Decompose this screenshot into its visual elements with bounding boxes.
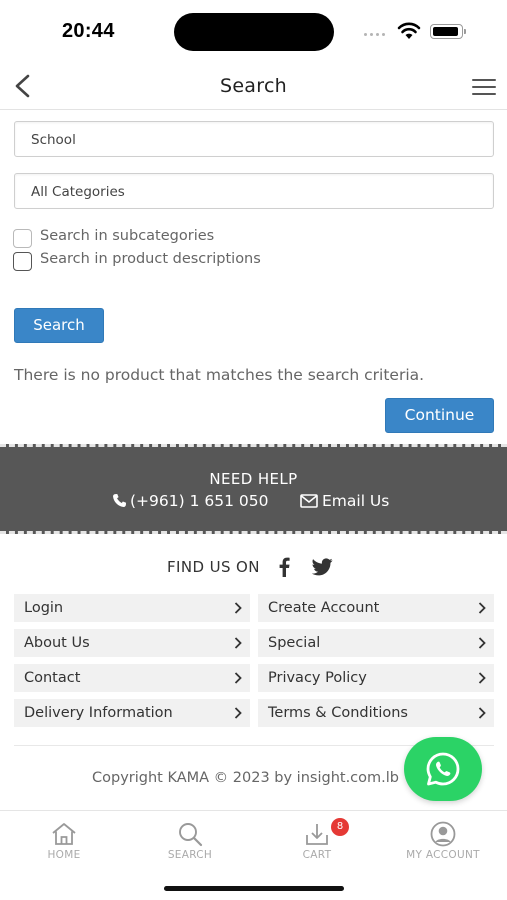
footer-link-label: About Us bbox=[24, 635, 90, 651]
twitter-icon[interactable] bbox=[312, 558, 333, 576]
find-us-label: FIND US ON bbox=[167, 558, 260, 576]
account-icon bbox=[430, 821, 456, 847]
footer-link-contact[interactable]: Contact bbox=[14, 664, 250, 692]
footer-link-label: Terms & Conditions bbox=[268, 705, 408, 721]
nav-home-label: HOME bbox=[47, 849, 81, 861]
nav-home[interactable]: HOME bbox=[9, 821, 119, 871]
facebook-icon[interactable] bbox=[278, 557, 290, 577]
footer-link-label: Special bbox=[268, 635, 321, 651]
footer-link-about-us[interactable]: About Us bbox=[14, 629, 250, 657]
email-icon bbox=[300, 494, 318, 508]
footer-link-label: Delivery Information bbox=[24, 705, 173, 721]
whatsapp-icon bbox=[426, 752, 460, 786]
whatsapp-chat-button[interactable] bbox=[404, 737, 482, 801]
status-bar: 20:44 bbox=[0, 0, 507, 62]
footer-link-terms-conditions[interactable]: Terms & Conditions bbox=[258, 699, 494, 727]
footer-link-label: Login bbox=[24, 600, 64, 616]
cart-count-badge: 8 bbox=[331, 818, 349, 836]
chevron-right-icon bbox=[234, 707, 242, 719]
nav-search-label: SEARCH bbox=[167, 849, 213, 861]
battery-icon bbox=[430, 24, 466, 39]
footer-link-label: Contact bbox=[24, 670, 81, 686]
phone-icon bbox=[113, 493, 127, 507]
footer-link-special[interactable]: Special bbox=[258, 629, 494, 657]
subcategories-label: Search in subcategories bbox=[40, 228, 215, 244]
wifi-icon bbox=[397, 22, 421, 39]
help-title: NEED HELP bbox=[209, 470, 298, 488]
footer-link-label: Privacy Policy bbox=[268, 670, 367, 686]
search-keyword-input[interactable]: School bbox=[14, 121, 494, 157]
footer-link-login[interactable]: Login bbox=[14, 594, 250, 622]
search-icon bbox=[179, 823, 203, 847]
footer-link-privacy-policy[interactable]: Privacy Policy bbox=[258, 664, 494, 692]
chevron-right-icon bbox=[478, 672, 486, 684]
cart-icon bbox=[306, 824, 328, 845]
descriptions-label: Search in product descriptions bbox=[40, 251, 261, 267]
copyright-text: Copyright KAMA © 2023 by insight.com.lb bbox=[92, 770, 399, 786]
phone-number: (+961) 1 651 050 bbox=[130, 492, 269, 510]
nav-search[interactable]: SEARCH bbox=[135, 821, 245, 871]
nav-my-account[interactable]: MY ACCOUNT bbox=[388, 821, 498, 871]
nav-cart[interactable]: 8 CART bbox=[262, 818, 372, 871]
no-results-message: There is no product that matches the sea… bbox=[14, 366, 425, 384]
footer-link-delivery-information[interactable]: Delivery Information bbox=[14, 699, 250, 727]
chevron-right-icon bbox=[478, 707, 486, 719]
chevron-right-icon bbox=[234, 602, 242, 614]
home-icon bbox=[52, 823, 76, 845]
nav-account-label: MY ACCOUNT bbox=[406, 849, 480, 861]
category-select[interactable]: All Categories bbox=[14, 173, 494, 209]
continue-button[interactable]: Continue bbox=[385, 398, 494, 433]
footer-link-create-account[interactable]: Create Account bbox=[258, 594, 494, 622]
phone-link[interactable]: (+961) 1 651 050 bbox=[112, 492, 268, 510]
app-header: Search bbox=[0, 62, 507, 110]
home-indicator bbox=[164, 886, 344, 891]
email-link[interactable]: Email Us bbox=[300, 492, 389, 510]
page-title: Search bbox=[219, 75, 288, 97]
chevron-right-icon bbox=[234, 672, 242, 684]
menu-button[interactable] bbox=[472, 77, 498, 97]
descriptions-checkbox[interactable] bbox=[13, 252, 32, 271]
email-label: Email Us bbox=[322, 492, 390, 510]
chevron-right-icon bbox=[234, 637, 242, 649]
cellular-signal-icon bbox=[364, 31, 390, 37]
status-time: 20:44 bbox=[62, 20, 115, 42]
help-section: NEED HELP (+961) 1 651 050 Email Us bbox=[0, 444, 507, 534]
search-button[interactable]: Search bbox=[14, 308, 104, 343]
subcategories-checkbox[interactable] bbox=[13, 229, 32, 248]
dynamic-island bbox=[174, 13, 334, 51]
chevron-right-icon bbox=[478, 602, 486, 614]
chevron-right-icon bbox=[478, 637, 486, 649]
footer-link-label: Create Account bbox=[268, 600, 380, 616]
nav-cart-label: CART bbox=[302, 849, 332, 861]
